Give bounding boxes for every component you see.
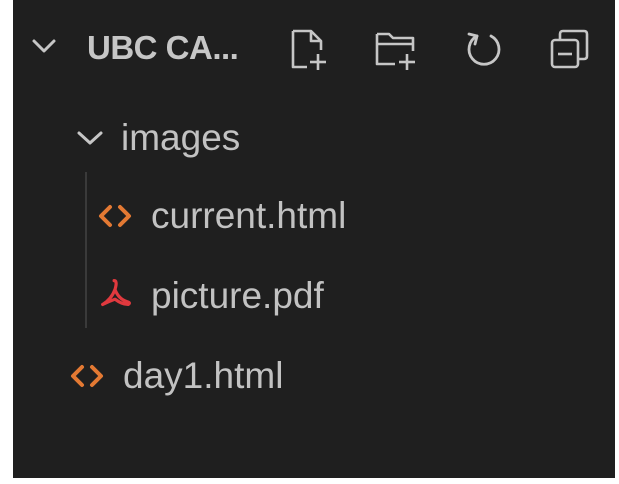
chevron-down-icon: [77, 131, 103, 145]
collapse-all-icon: [550, 29, 589, 69]
refresh-button[interactable]: [460, 26, 506, 72]
explorer-header[interactable]: UBC CA...: [13, 12, 615, 84]
tree-file-picture-pdf[interactable]: picture.pdf: [13, 256, 615, 336]
new-folder-icon: [375, 32, 415, 70]
explorer-title[interactable]: UBC CA...: [87, 26, 239, 70]
pdf-file-icon: [101, 279, 131, 307]
new-folder-button[interactable]: [373, 26, 419, 72]
tree-folder-images[interactable]: images: [13, 98, 615, 178]
html-file-icon: [99, 205, 131, 227]
tree-item-label: day1.html: [123, 355, 284, 396]
new-file-button[interactable]: [285, 26, 331, 72]
chevron-down-icon[interactable]: [31, 36, 57, 56]
tree-item-label: picture.pdf: [151, 275, 324, 316]
refresh-icon: [467, 32, 501, 66]
collapse-all-button[interactable]: [547, 26, 593, 72]
tree-item-label: images: [121, 117, 241, 158]
tree-item-label: current.html: [151, 195, 347, 236]
tree-file-day1-html[interactable]: day1.html: [13, 336, 615, 416]
explorer-panel: UBC CA... images current.html picture.pd…: [13, 0, 615, 478]
html-file-icon: [71, 365, 103, 387]
new-file-icon: [291, 29, 326, 70]
tree-file-current-html[interactable]: current.html: [13, 176, 615, 256]
